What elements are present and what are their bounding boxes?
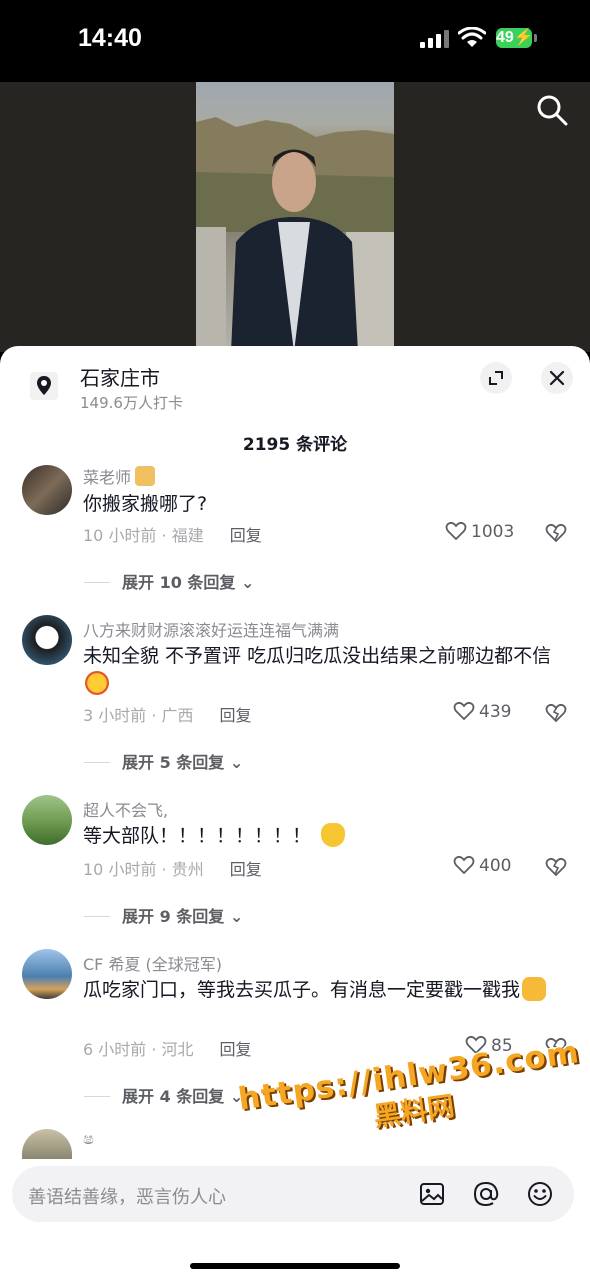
search-icon[interactable] bbox=[536, 94, 568, 126]
comments-count: 2195 条评论 bbox=[242, 435, 348, 455]
comment-username[interactable]: CF 希夏 (全球冠军) bbox=[83, 951, 222, 975]
emoji-icon[interactable] bbox=[526, 1180, 554, 1208]
location-title[interactable]: 石家庄市 bbox=[80, 362, 160, 391]
expand-icon bbox=[489, 371, 503, 385]
comment-username[interactable]: 菜老师 bbox=[83, 464, 156, 488]
expand-button[interactable] bbox=[480, 362, 512, 394]
expand-replies-button[interactable]: 展开 5 条回复 ⌄ bbox=[84, 749, 243, 773]
comment-text: 瓜吃家门口，等我去买瓜子。有消息一定要戳一戳我 bbox=[83, 976, 563, 1004]
like-button[interactable]: 1003 bbox=[445, 521, 514, 542]
comment-text: 你搬家搬哪了? bbox=[83, 493, 208, 515]
thumbs-up-emoji-icon bbox=[522, 977, 547, 1001]
heart-icon bbox=[453, 855, 475, 875]
avatar[interactable] bbox=[22, 615, 72, 665]
status-bar: 14:40 49⚡ bbox=[0, 0, 590, 82]
expand-replies-button[interactable]: 展开 4 条回复 ⌄ bbox=[84, 1083, 243, 1107]
video-frame bbox=[196, 117, 394, 352]
heart-icon bbox=[453, 701, 475, 721]
expand-replies-button[interactable]: 展开 10 条回复 ⌄ bbox=[84, 569, 254, 593]
like-button[interactable]: 400 bbox=[453, 855, 511, 876]
comment-text: 未知全貌 不予置评 吃瓜归吃瓜没出结果之前哪边都不信 bbox=[83, 642, 563, 698]
dislike-heart-icon[interactable] bbox=[545, 522, 567, 544]
heart-icon bbox=[445, 521, 467, 541]
laughing-emoji-icon bbox=[85, 671, 109, 695]
at-icon[interactable] bbox=[472, 1180, 500, 1208]
comment-meta: 6 小时前 · 河北 回复 bbox=[83, 1040, 252, 1059]
expand-replies-button[interactable]: 展开 9 条回复 ⌄ bbox=[84, 903, 243, 927]
finger-heart-emoji-icon bbox=[321, 823, 346, 847]
comment-meta: 10 小时前 · 福建 回复 bbox=[83, 526, 262, 545]
dislike-heart-icon[interactable] bbox=[545, 702, 567, 724]
avatar[interactable] bbox=[22, 949, 72, 999]
video-thumbnail[interactable] bbox=[196, 82, 394, 352]
reply-button[interactable]: 回复 bbox=[220, 706, 252, 725]
home-indicator bbox=[190, 1263, 400, 1269]
video-player[interactable] bbox=[0, 82, 590, 352]
cellular-signal-icon bbox=[420, 30, 450, 48]
comment-input[interactable]: 善语结善缘，恶言伤人心 bbox=[12, 1166, 574, 1222]
image-icon[interactable] bbox=[418, 1180, 446, 1208]
comment-username[interactable]: 超人不会飞, bbox=[83, 797, 168, 821]
reply-button[interactable]: 回复 bbox=[230, 860, 262, 879]
close-button[interactable] bbox=[541, 362, 573, 394]
close-icon bbox=[549, 370, 565, 386]
location-pin-icon bbox=[30, 372, 58, 400]
teacher-emoji-icon bbox=[135, 466, 156, 486]
battery-tip bbox=[534, 34, 537, 42]
reply-button[interactable]: 回复 bbox=[220, 1040, 252, 1059]
location-subtitle: 149.6万人打卡 bbox=[80, 394, 183, 412]
comment-text: 等大部队！！！！！！！！ bbox=[83, 822, 563, 850]
like-button[interactable]: 439 bbox=[453, 701, 511, 722]
comment-meta: 3 小时前 · 广西 回复 bbox=[83, 706, 252, 725]
avatar[interactable] bbox=[22, 465, 72, 515]
wifi-icon bbox=[458, 27, 486, 47]
battery-level: 49 bbox=[496, 29, 514, 46]
dislike-heart-icon[interactable] bbox=[545, 856, 567, 878]
status-time: 14:40 bbox=[78, 24, 142, 52]
avatar[interactable] bbox=[22, 795, 72, 845]
comment-username[interactable]: 八方来财财源滚滚好运连连福气满满 bbox=[83, 617, 339, 641]
battery-indicator: 49⚡ bbox=[496, 28, 534, 48]
comment-username-partial[interactable]: ෂ bbox=[83, 1129, 94, 1149]
reply-button[interactable]: 回复 bbox=[230, 526, 262, 545]
comment-input-placeholder: 善语结善缘，恶言伤人心 bbox=[28, 1187, 226, 1208]
comment-meta: 10 小时前 · 贵州 回复 bbox=[83, 860, 262, 879]
